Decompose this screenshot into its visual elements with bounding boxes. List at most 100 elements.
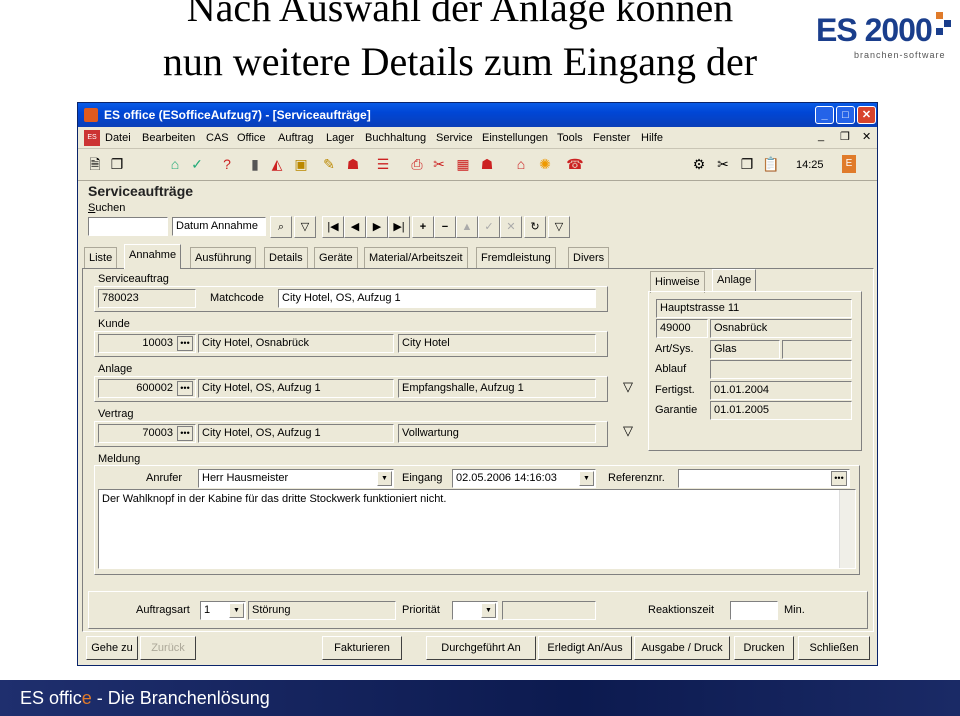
window-titlebar[interactable]: ES office (ESofficeAufzug7) - [Serviceau… bbox=[78, 103, 877, 127]
gehe-zu-button[interactable]: Gehe zu bbox=[86, 636, 138, 660]
copy-doc-icon[interactable]: ❐ bbox=[108, 155, 126, 173]
settings-icon[interactable]: ⚙ bbox=[690, 155, 708, 173]
serviceauftrag-nr[interactable]: 780023 bbox=[98, 289, 196, 308]
auftragsart-select[interactable]: 1 ▼ bbox=[200, 601, 246, 620]
prioritaet-select[interactable]: ▼ bbox=[452, 601, 498, 620]
search-input[interactable] bbox=[88, 217, 168, 236]
menu-datei[interactable]: Datei bbox=[105, 132, 131, 144]
list-icon[interactable]: ☰ bbox=[374, 155, 392, 173]
filter-icon[interactable]: ▽ bbox=[294, 216, 316, 238]
eingang-datetime[interactable]: 02.05.2006 14:16:03 ▼ bbox=[452, 469, 596, 488]
edit-record-icon[interactable]: ▲ bbox=[456, 216, 478, 238]
filter-clear-icon[interactable]: ▽ bbox=[548, 216, 570, 238]
close-button[interactable]: ✕ bbox=[857, 106, 876, 124]
kunde-lookup-button[interactable]: ••• bbox=[177, 336, 193, 351]
drucken-button[interactable]: Drucken bbox=[734, 636, 794, 660]
search-field-select[interactable]: Datum Annahme bbox=[172, 217, 266, 236]
add-record-icon[interactable]: + bbox=[412, 216, 434, 238]
tab-details[interactable]: Details bbox=[264, 247, 308, 269]
maximize-button[interactable]: □ bbox=[836, 106, 855, 124]
mdi-close-icon[interactable]: ✕ bbox=[862, 130, 871, 143]
prioritaet-dropdown-icon[interactable]: ▼ bbox=[481, 603, 496, 618]
people-icon[interactable]: ☗ bbox=[478, 155, 496, 173]
matchcode-field[interactable]: City Hotel, OS, Aufzug 1 bbox=[278, 289, 596, 308]
vertrag-lookup-button[interactable]: ••• bbox=[177, 426, 193, 441]
reaktionszeit-field[interactable] bbox=[730, 601, 778, 620]
anlage-nr-field[interactable]: 600002 ••• bbox=[98, 379, 196, 398]
tab-fremdleistung[interactable]: Fremdleistung bbox=[476, 247, 556, 269]
paste-icon[interactable]: 📋 bbox=[762, 155, 780, 173]
prioritaet-label: Priorität bbox=[402, 604, 440, 616]
mdi-restore-icon[interactable]: ❐ bbox=[840, 130, 850, 143]
office-icon[interactable]: ⌂ bbox=[166, 155, 184, 173]
menu-cas[interactable]: CAS bbox=[206, 132, 229, 144]
zurueck-button[interactable]: Zurück bbox=[140, 636, 196, 660]
binoculars-icon[interactable]: ⌕ bbox=[270, 216, 292, 238]
eingang-dropdown-icon[interactable]: ▼ bbox=[579, 471, 594, 486]
phone-icon[interactable]: ☎ bbox=[566, 155, 584, 173]
referenz-field[interactable]: ••• bbox=[678, 469, 850, 488]
meldung-textarea[interactable]: Der Wahlknopf in der Kabine für das drit… bbox=[98, 489, 856, 569]
copy-icon[interactable]: ❐ bbox=[738, 155, 756, 173]
prev-record-icon[interactable]: ◀ bbox=[344, 216, 366, 238]
schliessen-button[interactable]: Schließen bbox=[798, 636, 870, 660]
first-record-icon[interactable]: |◀ bbox=[322, 216, 344, 238]
meldung-scrollbar[interactable] bbox=[839, 490, 855, 568]
check-icon[interactable]: ✓ bbox=[188, 155, 206, 173]
tab-annahme[interactable]: Annahme bbox=[124, 244, 182, 269]
mdi-minimize-icon[interactable]: _ bbox=[818, 130, 824, 142]
folder-icon[interactable]: ▣ bbox=[292, 155, 310, 173]
calendar-icon[interactable]: ▦ bbox=[454, 155, 472, 173]
factory-icon[interactable]: ⌂ bbox=[512, 155, 530, 173]
anrufer-select[interactable]: Herr Hausmeister ▼ bbox=[198, 469, 394, 488]
tab-anlage[interactable]: Anlage bbox=[712, 269, 757, 291]
menu-lager[interactable]: Lager bbox=[326, 132, 354, 144]
erledigt-button[interactable]: Erledigt An/Aus bbox=[538, 636, 632, 660]
tab-hinweise[interactable]: Hinweise bbox=[650, 271, 705, 293]
anlage-lookup-button[interactable]: ••• bbox=[177, 381, 193, 396]
next-record-icon[interactable]: ▶ bbox=[366, 216, 388, 238]
edit-icon[interactable]: ✎ bbox=[320, 155, 338, 173]
menu-bearbeiten[interactable]: Bearbeiten bbox=[142, 132, 195, 144]
menu-einstellungen[interactable]: Einstellungen bbox=[482, 132, 548, 144]
post-record-icon[interactable]: ✓ bbox=[478, 216, 500, 238]
menu-hilfe[interactable]: Hilfe bbox=[641, 132, 663, 144]
tools-icon[interactable]: ✂ bbox=[430, 155, 448, 173]
menu-auftrag[interactable]: Auftrag bbox=[278, 132, 313, 144]
ausgabe-druck-button[interactable]: Ausgabe / Druck bbox=[634, 636, 730, 660]
fakturieren-button[interactable]: Fakturieren bbox=[322, 636, 402, 660]
auftragsart-dropdown-icon[interactable]: ▼ bbox=[229, 603, 244, 618]
cancel-record-icon[interactable]: ✕ bbox=[500, 216, 522, 238]
tab-liste[interactable]: Liste bbox=[84, 247, 118, 269]
stats-icon[interactable]: ▮ bbox=[246, 155, 264, 173]
menu-buchhaltung[interactable]: Buchhaltung bbox=[365, 132, 426, 144]
tab-divers[interactable]: Divers bbox=[568, 247, 610, 269]
ship-icon[interactable]: ◭ bbox=[268, 155, 286, 173]
cut-icon[interactable]: ✂ bbox=[714, 155, 732, 173]
delete-record-icon[interactable]: − bbox=[434, 216, 456, 238]
exit-icon[interactable]: E bbox=[842, 155, 856, 173]
vertrag-filter-icon[interactable]: ▽ bbox=[616, 421, 640, 443]
person-icon[interactable]: ☗ bbox=[344, 155, 362, 173]
auftragsart-text: Störung bbox=[248, 601, 396, 620]
anlage-filter-icon[interactable]: ▽ bbox=[616, 377, 640, 399]
sun-icon[interactable]: ✺ bbox=[536, 155, 554, 173]
refresh-icon[interactable]: ↻ bbox=[524, 216, 546, 238]
menu-office[interactable]: Office bbox=[237, 132, 266, 144]
tab-ausfuehrung[interactable]: Ausführung bbox=[190, 247, 257, 269]
question-icon[interactable]: ? bbox=[218, 155, 236, 173]
minimize-button[interactable]: _ bbox=[815, 106, 834, 124]
menu-tools[interactable]: Tools bbox=[557, 132, 583, 144]
menu-service[interactable]: Service bbox=[436, 132, 473, 144]
tab-material-arbeitszeit[interactable]: Material/Arbeitszeit bbox=[364, 247, 468, 269]
durchgefuehrt-button[interactable]: Durchgeführt An bbox=[426, 636, 536, 660]
new-doc-icon[interactable]: 🗎 bbox=[86, 155, 104, 173]
vertrag-nr-field[interactable]: 70003 ••• bbox=[98, 424, 196, 443]
menu-fenster[interactable]: Fenster bbox=[593, 132, 630, 144]
anrufer-dropdown-icon[interactable]: ▼ bbox=[377, 471, 392, 486]
referenz-lookup-button[interactable]: ••• bbox=[831, 471, 847, 486]
print-icon[interactable]: ⎙ bbox=[408, 155, 426, 173]
last-record-icon[interactable]: ▶| bbox=[388, 216, 410, 238]
kunde-nr-field[interactable]: 10003 ••• bbox=[98, 334, 196, 353]
tab-geraete[interactable]: Geräte bbox=[314, 247, 358, 269]
